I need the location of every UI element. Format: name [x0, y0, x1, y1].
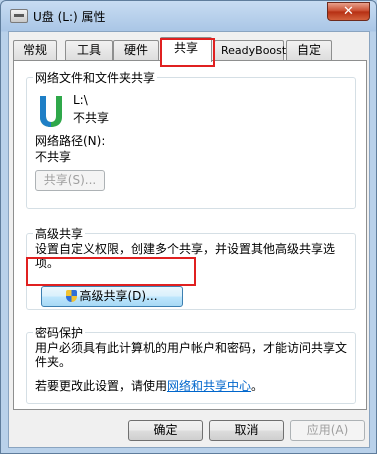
password-change-line: 若要更改此设置，请使用网络和共享中心。 — [35, 377, 263, 394]
share-status: 不共享 — [73, 111, 110, 125]
network-path-value: 不共享 — [35, 150, 72, 164]
drive-path: L:\ — [73, 93, 88, 107]
usb-drive-icon — [40, 96, 62, 127]
network-sharing-group: 网络文件和文件夹共享 L:\ 不共享 网络路径(N): 不共享 共享(S)... — [26, 69, 356, 209]
tab-readyboost[interactable]: ReadyBoost — [214, 40, 286, 61]
password-change-suffix: 。 — [251, 379, 264, 393]
sharing-tab-highlight — [160, 38, 215, 67]
advanced-button-highlight — [26, 257, 196, 286]
tab-general[interactable]: 常规 — [13, 40, 57, 61]
apply-button[interactable]: 应用(A) — [290, 420, 365, 441]
dialog-client: 常规 工具 硬件 共享 ReadyBoost 自定义 网络文件和文件夹共享 L:… — [8, 31, 370, 448]
password-protection-title: 密码保护 — [33, 324, 86, 341]
share-button[interactable]: 共享(S)... — [35, 170, 105, 191]
tab-customize[interactable]: 自定义 — [286, 40, 332, 76]
title-bar: U盘 (L:) 属性 ✕ — [1, 1, 376, 31]
tab-strip: 常规 工具 硬件 共享 ReadyBoost 自定义 — [13, 37, 367, 76]
drive-title-icon — [10, 9, 28, 23]
advanced-sharing-button-label: 高级共享(D)... — [79, 289, 158, 303]
tab-hardware[interactable]: 硬件 — [113, 40, 159, 61]
password-change-prefix: 若要更改此设置，请使用 — [35, 379, 168, 393]
password-protection-group: 密码保护 用户必须具有此计算机的用户帐户和密码，才能访问共享文件夹。 若要更改此… — [26, 324, 356, 404]
properties-window: U盘 (L:) 属性 ✕ 常规 工具 硬件 共享 ReadyBoost 自定义 … — [0, 0, 377, 454]
advanced-sharing-button[interactable]: 高级共享(D)... — [41, 286, 183, 307]
network-sharing-title: 网络文件和文件夹共享 — [33, 69, 158, 86]
close-button[interactable]: ✕ — [327, 2, 370, 21]
cancel-button[interactable]: 取消 — [209, 420, 284, 441]
ok-button[interactable]: 确定 — [128, 420, 203, 441]
advanced-sharing-title: 高级共享 — [33, 225, 86, 242]
password-protection-description: 用户必须具有此计算机的用户帐户和密码，才能访问共享文件夹。 — [35, 341, 348, 369]
network-sharing-center-link[interactable]: 网络和共享中心 — [167, 379, 251, 393]
network-path-label: 网络路径(N): — [35, 134, 106, 148]
tab-tools[interactable]: 工具 — [65, 40, 113, 61]
uac-shield-icon — [66, 290, 78, 302]
sharing-panel: 网络文件和文件夹共享 L:\ 不共享 网络路径(N): 不共享 共享(S)...… — [13, 60, 367, 410]
window-title: U盘 (L:) 属性 — [33, 10, 106, 24]
